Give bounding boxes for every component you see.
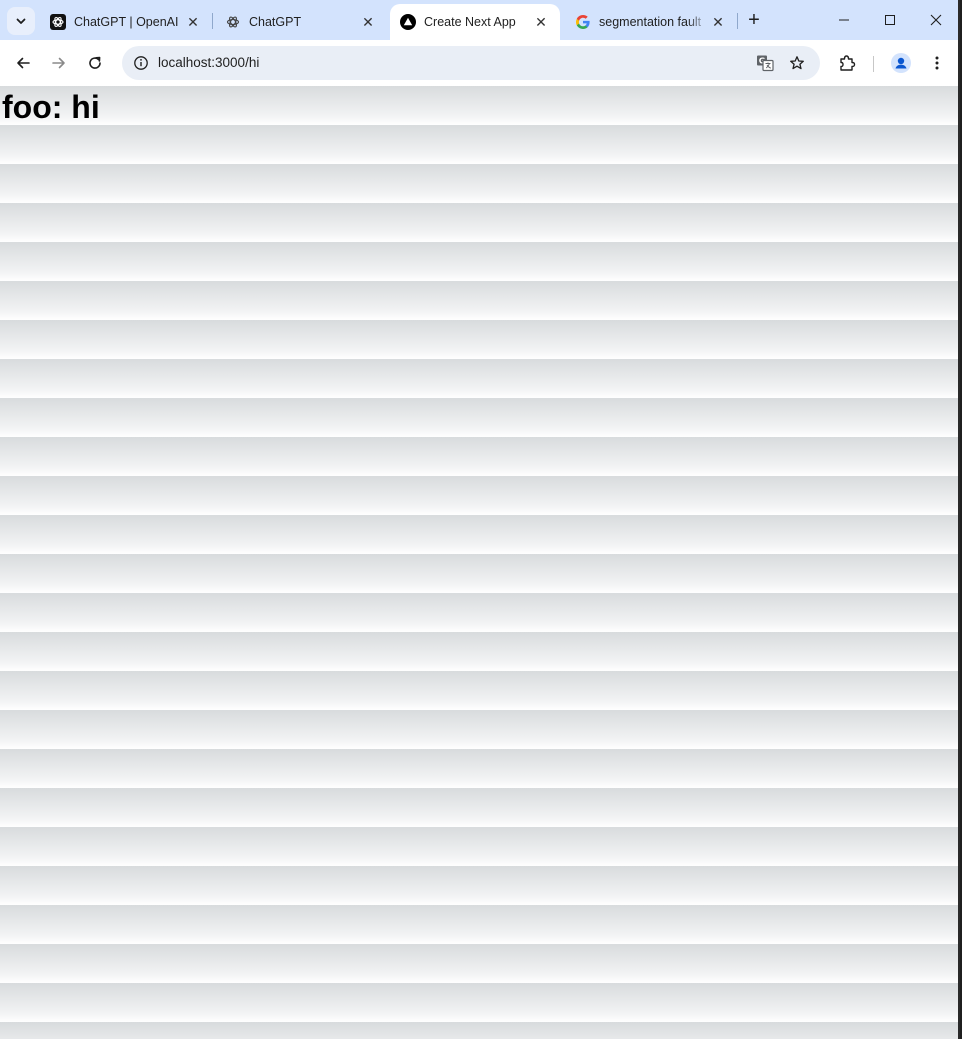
google-g-icon xyxy=(575,14,591,30)
tab-title: Create Next App xyxy=(424,15,516,29)
tab-create-next-app[interactable]: Create Next App ✕ xyxy=(390,4,560,40)
star-icon xyxy=(790,56,804,70)
tab-divider xyxy=(212,13,213,29)
reload-icon xyxy=(89,56,101,69)
arrow-left-icon xyxy=(17,57,30,69)
back-button[interactable] xyxy=(7,47,39,79)
maximize-icon xyxy=(885,15,895,25)
arrow-right-icon xyxy=(52,57,65,69)
minimize-button[interactable] xyxy=(821,0,867,40)
translate-button[interactable]: G xyxy=(749,47,781,79)
avatar-icon xyxy=(891,53,911,73)
openai-icon xyxy=(225,14,241,30)
minimize-icon xyxy=(839,19,849,21)
tab-title: ChatGPT xyxy=(249,15,302,29)
close-tab-icon[interactable]: ✕ xyxy=(532,13,550,31)
toolbar-separator xyxy=(873,56,874,72)
reload-button[interactable] xyxy=(79,47,111,79)
tab-search-button[interactable] xyxy=(7,7,35,35)
menu-button[interactable] xyxy=(921,47,953,79)
forward-button[interactable] xyxy=(43,47,75,79)
puzzle-icon xyxy=(840,55,856,71)
tab-chatgpt[interactable]: ChatGPT ✕ xyxy=(215,4,387,40)
close-tab-icon[interactable]: ✕ xyxy=(359,13,377,31)
tab-divider xyxy=(737,13,738,29)
page-heading: foo: hi xyxy=(2,89,100,125)
page-content: foo: hi xyxy=(0,86,958,1039)
new-tab-button[interactable]: + xyxy=(744,9,764,31)
browser-window: ChatGPT | OpenAI ✕ ChatGPT ✕ Create Next… xyxy=(0,0,960,1039)
close-icon xyxy=(930,14,942,26)
tab-segmentation-fault[interactable]: segmentation fault ✕ xyxy=(565,4,737,40)
address-bar[interactable]: localhost:3000/hi G xyxy=(122,46,820,80)
extensions-button[interactable] xyxy=(831,47,863,79)
tab-title: ChatGPT | OpenAI xyxy=(74,15,179,29)
profile-button[interactable] xyxy=(885,47,917,79)
chevron-down-icon xyxy=(16,18,26,24)
vercel-triangle-icon xyxy=(400,14,416,30)
url-text: localhost:3000/hi xyxy=(158,55,260,70)
openai-black-icon xyxy=(50,14,66,30)
bookmark-button[interactable] xyxy=(781,47,813,79)
tab-strip: ChatGPT | OpenAI ✕ ChatGPT ✕ Create Next… xyxy=(0,0,958,40)
browser-toolbar: localhost:3000/hi G xyxy=(0,40,958,86)
site-info-button[interactable] xyxy=(128,50,154,76)
more-vertical-icon xyxy=(935,56,939,70)
tab-chatgpt-openai[interactable]: ChatGPT | OpenAI ✕ xyxy=(40,4,212,40)
close-tab-icon[interactable]: ✕ xyxy=(709,13,727,31)
tab-title: segmentation fault xyxy=(599,15,702,29)
close-tab-icon[interactable]: ✕ xyxy=(184,13,202,31)
maximize-button[interactable] xyxy=(867,0,913,40)
close-window-button[interactable] xyxy=(913,0,958,40)
translate-icon: G xyxy=(757,55,774,72)
info-icon xyxy=(134,56,148,70)
